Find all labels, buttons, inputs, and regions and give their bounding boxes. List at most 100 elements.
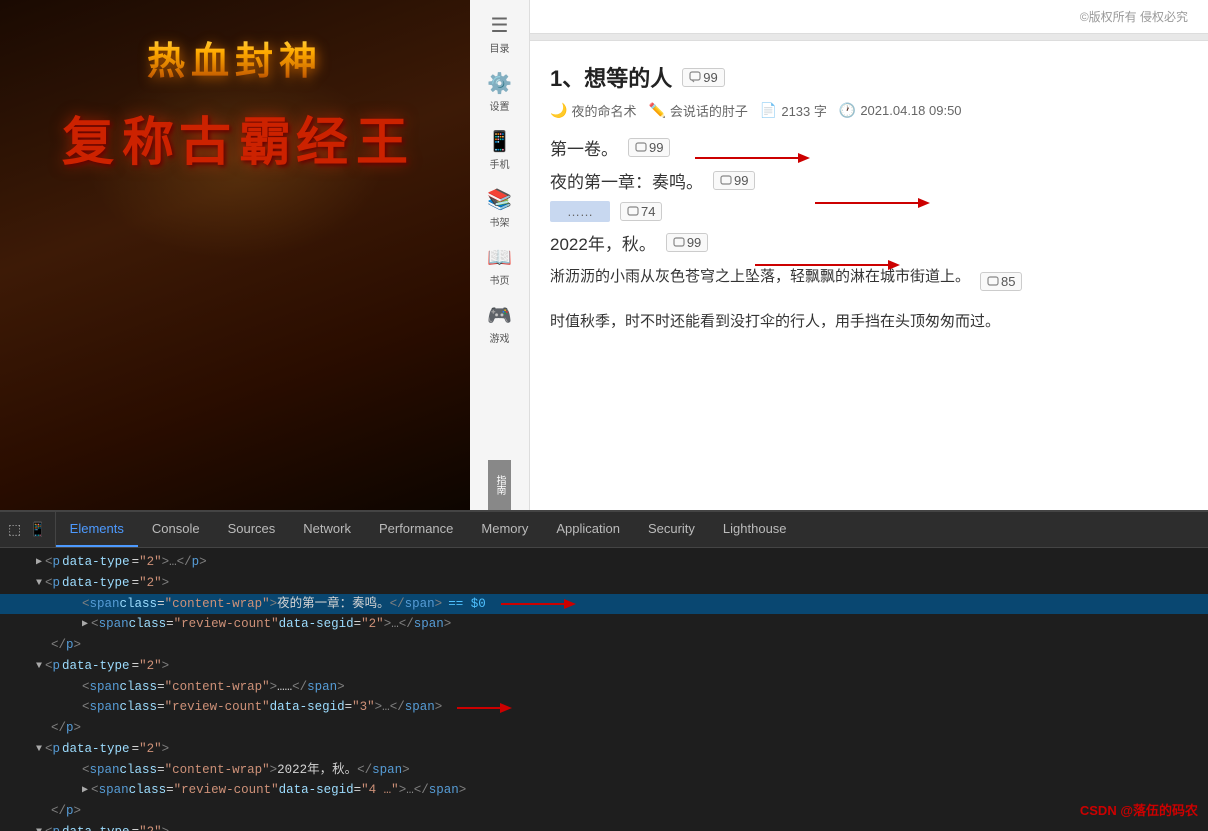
tab-lighthouse[interactable]: Lighthouse [709, 512, 801, 547]
red-arrow-1 [690, 148, 810, 168]
year-comment-icon [673, 237, 685, 249]
inspect-icon[interactable]: ⬚ [8, 521, 21, 538]
code-line-3: <span class="content-wrap" > 夜的第一章：奏鸣。 <… [0, 594, 1208, 615]
menu-icon-item[interactable]: ☰ 目录 [470, 5, 529, 63]
code-line-8: <span class="review-count" data-segid="3… [0, 697, 1208, 718]
section-divider [530, 33, 1208, 41]
body1-count-badge: 85 [980, 272, 1022, 291]
game-icon: 🎮 [487, 303, 512, 328]
time-meta: 🕐 2021.04.18 09:50 [839, 102, 962, 119]
tab-sources[interactable]: Sources [214, 512, 290, 547]
bookmark-icon-item[interactable]: 📖 书页 [470, 237, 529, 295]
bookshelf-icon-item[interactable]: 📚 书架 [470, 179, 529, 237]
char-ba: 霸 [239, 100, 291, 175]
main-area: 热血封神 复 称 古 霸 经 王 ☰ 目录 [0, 0, 1208, 510]
chapter-header: 1、想等的人 99 🌙 夜的命名术 ✏️ 会说话的肘子 📄 [550, 61, 1188, 120]
author-meta: 🌙 夜的命名术 [550, 101, 636, 120]
char-gu: 古 [179, 100, 231, 175]
game-sidebar: 热血封神 复 称 古 霸 经 王 [0, 0, 470, 510]
chapter-count-badge: 99 [682, 68, 724, 87]
selected-marker: == $0 [448, 595, 486, 614]
volume-text: 第一卷。 [550, 135, 618, 160]
tab-performance[interactable]: Performance [365, 512, 467, 547]
ellipsis-badge: …… [550, 201, 610, 222]
triangle-1[interactable]: ▶ [36, 555, 42, 570]
red-arrow-3 [750, 255, 900, 275]
code-line-13: </p> [0, 801, 1208, 822]
copyright-text: ©版权所有 侵权必究 [550, 0, 1188, 33]
tab-network[interactable]: Network [289, 512, 365, 547]
tab-console[interactable]: Console [138, 512, 214, 547]
game-title: 热血封神 [147, 30, 323, 85]
chapter-name-text: 夜的第一章：奏鸣。 [550, 168, 703, 193]
subtitle-row-3: 经 王 [296, 100, 408, 175]
guide-button[interactable]: 指南 [488, 460, 511, 510]
code-line-12: ▶ <span class="review-count" data-segid=… [0, 780, 1208, 801]
tab-memory[interactable]: Memory [467, 512, 542, 547]
devtools-code-content[interactable]: ▶ <p data-type="2" >…</p> ▼ <p data-type… [0, 548, 1208, 831]
ellipsis-count-badge: 74 [620, 202, 662, 221]
tab-elements[interactable]: Elements [56, 512, 138, 547]
code-line-4: ▶ <span class="review-count" data-segid=… [0, 614, 1208, 635]
chapter-main-title: 1、想等的人 [550, 61, 672, 93]
mobile-icon-item[interactable]: 📱 手机 [470, 121, 529, 179]
arrow-2 [810, 193, 930, 213]
arrow-3 [750, 255, 900, 275]
chapter-name-row: 夜的第一章：奏鸣。 99 [550, 168, 1188, 193]
code-line-5: </p> [0, 635, 1208, 656]
editor-icon: ✏️ [648, 102, 665, 119]
char-fu: 复 [62, 100, 114, 175]
bookmark-icon: 📖 [487, 245, 512, 270]
bookshelf-icon: 📚 [487, 187, 512, 212]
char-jing: 经 [296, 100, 348, 175]
arrow-1 [690, 148, 810, 168]
code-line-7: <span class="content-wrap" > …… </span> [0, 677, 1208, 698]
author-icon: 🌙 [550, 102, 567, 119]
device-icon[interactable]: 📱 [29, 521, 46, 538]
year-count-badge: 99 [666, 233, 708, 252]
code-line-9: </p> [0, 718, 1208, 739]
subtitle-row-2: 古 霸 [179, 100, 291, 175]
code-arrow-1 [496, 596, 576, 612]
triangle-2[interactable]: ▼ [36, 576, 42, 591]
tab-security[interactable]: Security [634, 512, 709, 547]
year-text: 2022年，秋。 [550, 230, 656, 255]
volume-row: 第一卷。 99 [550, 135, 1188, 160]
ellipsis-comment-icon [627, 206, 639, 218]
year-row: 2022年，秋。 99 [550, 230, 1188, 255]
code-line-1: ▶ <p data-type="2" >…</p> [0, 552, 1208, 573]
code-arrow-2 [452, 700, 512, 716]
code-line-2: ▼ <p data-type="2" > [0, 573, 1208, 594]
code-line-6: ▼ <p data-type="2" > [0, 656, 1208, 677]
code-line-10: ▼ <p data-type="2" > [0, 739, 1208, 760]
chapter-title-row: 1、想等的人 99 [550, 61, 1188, 93]
code-line-14: ▼ <p data-type="2" > [0, 822, 1208, 831]
volume-comment-icon [635, 142, 647, 154]
game-icon-item[interactable]: 🎮 游戏 [470, 295, 529, 353]
icon-sidebar: ☰ 目录 ⚙️ 设置 📱 手机 📚 书架 📖 书页 🎮 游戏 指南 [470, 0, 530, 510]
chapter-name-count-badge: 99 [713, 171, 755, 190]
settings-icon: ⚙️ [487, 71, 512, 96]
content-area[interactable]: ©版权所有 侵权必究 1、想等的人 99 🌙 夜的命名术 ✏️ [530, 0, 1208, 510]
tab-application[interactable]: Application [542, 512, 634, 547]
char-cheng: 称 [122, 100, 174, 175]
body1-comment-icon [987, 276, 999, 288]
code-line-11: <span class="content-wrap" > 2022年，秋。 </… [0, 760, 1208, 781]
volume-count-badge: 99 [628, 138, 670, 157]
chaptername-comment-icon [720, 175, 732, 187]
wordcount-icon: 📄 [760, 102, 777, 119]
settings-icon-item[interactable]: ⚙️ 设置 [470, 63, 529, 121]
devtools-tab-icons: ⬚ 📱 [0, 512, 56, 547]
body-text-2-row: 时值秋季，时不时还能看到没打伞的行人，用手挡在头顶匆匆而过。 [550, 308, 1188, 345]
char-wang: 王 [356, 100, 408, 175]
editor-meta: ✏️ 会说话的肘子 [648, 101, 747, 120]
game-title-area: 热血封神 复 称 古 霸 经 王 [0, 30, 470, 175]
wordcount-meta: 📄 2133 字 [760, 101, 827, 120]
meta-row: 🌙 夜的命名术 ✏️ 会说话的肘子 📄 2133 字 🕐 2021.04.18 … [550, 101, 1188, 120]
game-subtitle: 复 称 古 霸 经 王 [62, 100, 408, 175]
csdn-watermark: CSDN @落伍的码农 [1080, 800, 1198, 819]
red-arrow-2 [810, 193, 930, 213]
subtitle-row-1: 复 称 [62, 100, 174, 175]
comment-icon [689, 71, 701, 83]
mobile-icon: 📱 [487, 129, 512, 154]
